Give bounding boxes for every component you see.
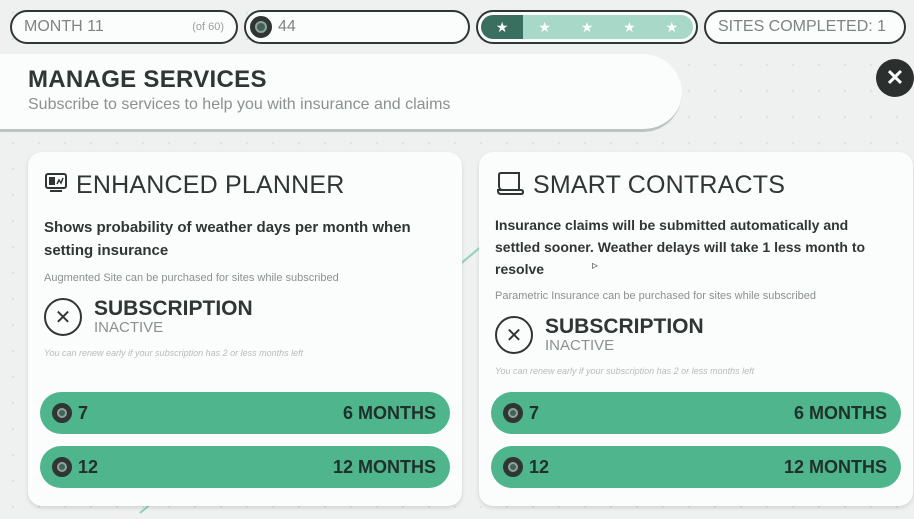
planner-icon: [44, 172, 68, 199]
page-title: MANAGE SERVICES: [28, 66, 267, 93]
card-title: ENHANCED PLANNER: [44, 168, 446, 202]
subscription-status-text: INACTIVE: [545, 337, 615, 354]
coin-icon: [503, 457, 523, 477]
cost-value: 12: [529, 456, 550, 477]
duration-label: 12 MONTHS: [783, 456, 887, 477]
renew-note: You can renew early if your subscription…: [495, 366, 755, 376]
close-button[interactable]: ✕: [876, 59, 914, 97]
sites-completed: SITES COMPLETED: 1: [704, 10, 906, 44]
cost: 7: [503, 403, 539, 424]
duration-label: 6 MONTHS: [342, 402, 436, 423]
month-counter: MONTH 11 (of 60): [10, 10, 238, 44]
coin-balance: 44: [244, 10, 470, 44]
card-note: Parametric Insurance can be purchased fo…: [495, 290, 816, 302]
coin-value: 44: [278, 18, 296, 35]
manage-services-header: MANAGE SERVICES Subscribe to services to…: [0, 54, 682, 132]
coin-icon: [52, 457, 72, 477]
cost-value: 12: [78, 456, 99, 477]
card-title-text: ENHANCED PLANNER: [76, 170, 345, 199]
coin-icon: [250, 16, 272, 38]
top-status-bar: MONTH 11 (of 60) 44 ★ ★ ★ ★ ★ SITES COMPLETE…: [10, 10, 906, 44]
card-title-text: SMART CONTRACTS: [533, 170, 786, 199]
service-card-enhanced-planner: ENHANCED PLANNER Shows probability of we…: [28, 152, 462, 506]
star-empty-icon: ★: [565, 15, 609, 39]
subscribe-12-months-button[interactable]: 12 12 MONTHS: [40, 446, 450, 488]
card-note: Augmented Site can be purchased for site…: [44, 272, 339, 284]
coin-icon: [52, 403, 72, 423]
star-empty-icon: ★: [608, 15, 651, 39]
card-title: SMART CONTRACTS: [495, 168, 897, 202]
contract-icon: [495, 170, 525, 201]
inactive-x-icon: ✕: [495, 316, 533, 354]
close-icon: ✕: [885, 65, 905, 90]
star-filled-icon: ★: [481, 15, 524, 39]
star-rating: ★ ★ ★ ★ ★: [476, 10, 698, 44]
renew-note: You can renew early if your subscription…: [44, 348, 304, 358]
duration-label: 12 MONTHS: [332, 456, 436, 477]
subscribe-6-months-button[interactable]: 7 6 MONTHS: [40, 392, 450, 434]
star-empty-icon: ★: [523, 15, 566, 39]
cost: 12: [503, 457, 549, 478]
month-label: MONTH 11: [24, 18, 104, 35]
subscribe-6-months-button[interactable]: 7 6 MONTHS: [491, 392, 901, 434]
subscription-label: SUBSCRIPTION: [545, 315, 704, 338]
subscription-label: SUBSCRIPTION: [94, 297, 253, 320]
cost-value: 7: [78, 402, 89, 423]
service-card-smart-contracts: SMART CONTRACTS Insurance claims will be…: [479, 152, 913, 506]
card-description: Insurance claims will be submitted autom…: [495, 217, 866, 277]
cost-value: 7: [529, 402, 540, 423]
mouse-cursor-icon: ▹: [592, 258, 599, 272]
cost: 12: [52, 457, 98, 478]
subscription-status-text: INACTIVE: [94, 319, 164, 336]
subscription-status: ✕ SUBSCRIPTION INACTIVE: [44, 298, 446, 336]
page-subtitle: Subscribe to services to help you with i…: [28, 96, 451, 113]
cost: 7: [52, 403, 88, 424]
subscribe-12-months-button[interactable]: 12 12 MONTHS: [491, 446, 901, 488]
month-total: (of 60): [192, 21, 224, 33]
star-empty-icon: ★: [650, 15, 693, 39]
coin-icon: [503, 403, 523, 423]
duration-label: 6 MONTHS: [793, 402, 887, 423]
subscription-status: ✕ SUBSCRIPTION INACTIVE: [495, 316, 897, 354]
inactive-x-icon: ✕: [44, 298, 82, 336]
card-description: Shows probability of weather days per mo…: [44, 219, 411, 259]
